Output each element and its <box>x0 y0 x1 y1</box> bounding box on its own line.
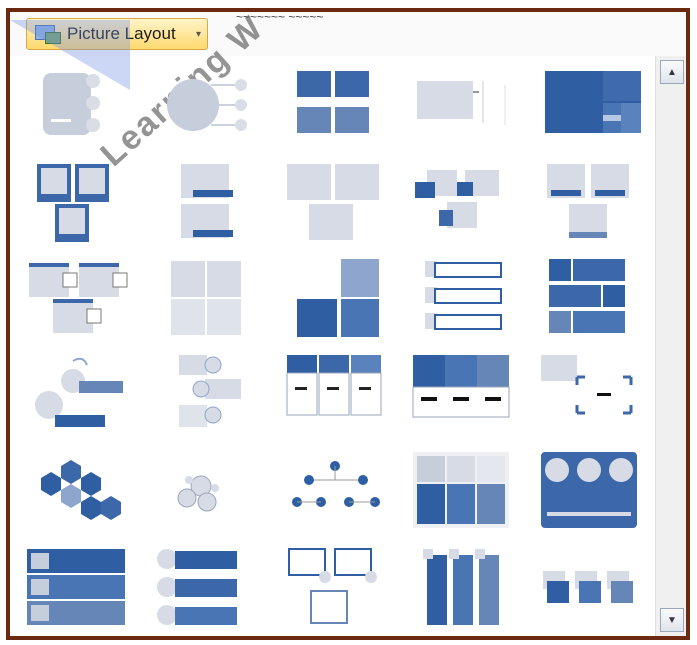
scroll-down-button[interactable]: ▼ <box>660 608 684 632</box>
layout-thumb-20[interactable] <box>526 346 654 443</box>
gallery-scrollbar[interactable]: ▲ ▼ <box>655 56 686 636</box>
layout-thumb-13[interactable] <box>270 249 398 346</box>
layout-thumb-17[interactable] <box>142 346 270 443</box>
layout-thumb-6[interactable] <box>14 153 142 250</box>
layout-thumb-22[interactable] <box>142 443 270 540</box>
layout-thumb-25[interactable] <box>526 443 654 540</box>
layout-thumb-26[interactable] <box>14 539 142 636</box>
layout-thumb-15[interactable] <box>526 249 654 346</box>
layout-thumb-1[interactable] <box>14 56 142 153</box>
arrow-up-icon: ▲ <box>667 66 677 78</box>
layout-thumb-28[interactable] <box>270 539 398 636</box>
scroll-up-button[interactable]: ▲ <box>660 60 684 84</box>
layout-thumb-4[interactable] <box>398 56 526 153</box>
chevron-down-icon: ▾ <box>195 28 201 40</box>
layout-thumb-3[interactable] <box>270 56 398 153</box>
layout-thumb-27[interactable] <box>142 539 270 636</box>
layout-thumb-23[interactable] <box>270 443 398 540</box>
picture-layout-gallery-window: Picture Layout ▾ ~~~~~~~ ~~~~~ Learning … <box>6 8 690 640</box>
layout-gallery <box>14 56 654 636</box>
layout-thumb-11[interactable] <box>14 249 142 346</box>
layout-thumb-30[interactable] <box>526 539 654 636</box>
layout-thumb-19[interactable] <box>398 346 526 443</box>
layout-thumb-9[interactable] <box>398 153 526 250</box>
layout-thumb-7[interactable] <box>142 153 270 250</box>
layout-thumb-8[interactable] <box>270 153 398 250</box>
layout-thumb-2[interactable] <box>142 56 270 153</box>
layout-thumb-21[interactable] <box>14 443 142 540</box>
layout-thumb-24[interactable] <box>398 443 526 540</box>
layout-thumb-5[interactable] <box>526 56 654 153</box>
layout-thumb-18[interactable] <box>270 346 398 443</box>
layout-thumb-10[interactable] <box>526 153 654 250</box>
layout-thumb-16[interactable] <box>14 346 142 443</box>
layout-thumb-29[interactable] <box>398 539 526 636</box>
arrow-down-icon: ▼ <box>667 614 677 626</box>
layout-thumb-14[interactable] <box>398 249 526 346</box>
layout-thumb-12[interactable] <box>142 249 270 346</box>
